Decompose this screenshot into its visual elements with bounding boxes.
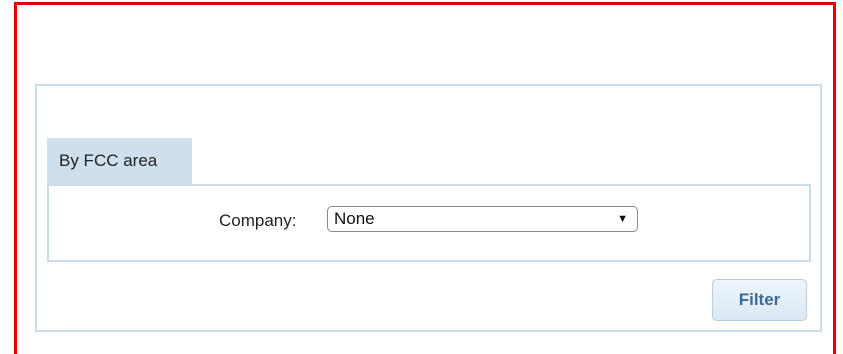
company-select[interactable]: None ▼ <box>327 206 638 232</box>
company-select-value: None <box>334 209 375 228</box>
filter-button[interactable]: Filter <box>712 279 807 321</box>
company-label: Company: <box>219 211 297 230</box>
filter-button-label: Filter <box>738 290 781 309</box>
tab-by-fcc-area[interactable]: By FCC area <box>47 138 192 184</box>
tab-label: By FCC area <box>59 151 158 170</box>
chevron-down-icon: ▼ <box>617 213 628 225</box>
